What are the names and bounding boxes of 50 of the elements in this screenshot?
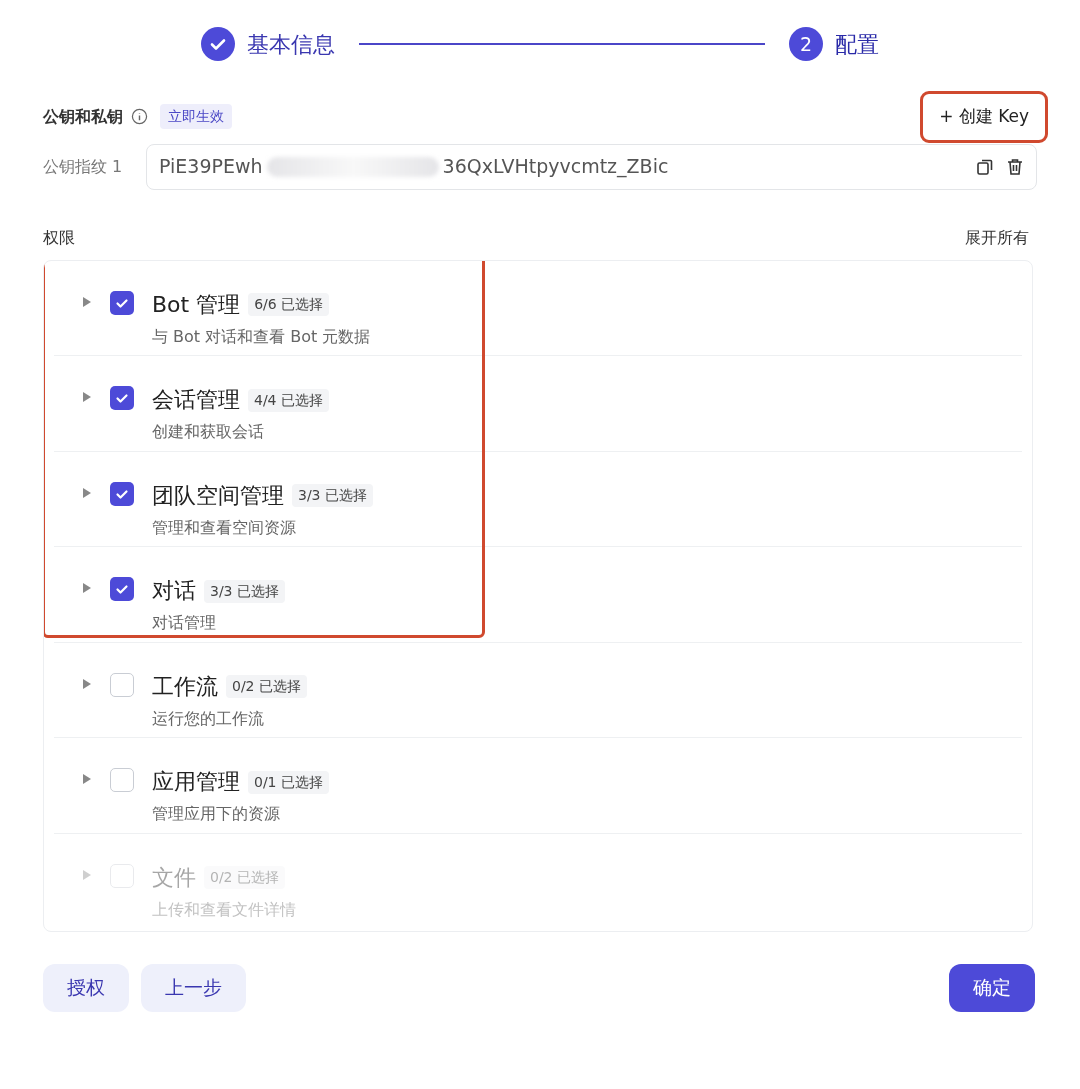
- expand-all-link[interactable]: 展开所有: [965, 225, 1029, 250]
- permission-name: 会话管理: [152, 386, 240, 414]
- secondary-button[interactable]: 授权: [43, 963, 129, 1012]
- permission-description: 运行您的工作流: [152, 707, 265, 730]
- expand-caret-icon[interactable]: [82, 486, 92, 499]
- permission-name: 文件: [152, 863, 196, 892]
- selection-count: 0/2 已选择: [204, 866, 285, 889]
- permission-description: 与 Bot 对话和查看 Bot 元数据: [152, 325, 371, 348]
- status-badge: 立即生效: [160, 104, 232, 130]
- create-key-button[interactable]: + 创建 Key: [923, 94, 1045, 140]
- selection-count: 6/6 已选择: [248, 293, 330, 316]
- permission-name: 工作流: [152, 672, 218, 701]
- section-title: 权限: [43, 226, 75, 249]
- step-label[interactable]: 基本信息: [247, 27, 335, 61]
- step-number: 2: [789, 27, 823, 61]
- check-icon: [115, 391, 129, 405]
- expand-caret-icon[interactable]: [82, 773, 92, 785]
- selection-count: 3/3 已选择: [292, 484, 373, 507]
- permission-name: 团队空间管理: [152, 481, 284, 510]
- selection-count: 3/3 已选择: [204, 579, 285, 603]
- permission-description: 对话管理: [152, 612, 217, 634]
- check-icon: [115, 582, 129, 596]
- selection-count: 4/4 已选择: [248, 388, 329, 412]
- permission-name: Bot 管理: [152, 290, 241, 319]
- permission-description: 管理应用下的资源: [152, 803, 281, 825]
- confirm-button[interactable]: 确定: [949, 963, 1035, 1012]
- checkbox[interactable]: [110, 290, 134, 315]
- info-icon: [131, 108, 148, 126]
- permission-name: 应用管理: [152, 768, 240, 796]
- expand-caret-icon[interactable]: [82, 391, 92, 403]
- expand-caret-icon[interactable]: [82, 582, 92, 594]
- expand-caret-icon[interactable]: [82, 677, 92, 690]
- checkbox[interactable]: [110, 672, 134, 697]
- field-label: 公钥指纹 1: [43, 155, 124, 178]
- key-field[interactable]: PiE39PEwh 36QxLVHtpyvcmtz_ZBic: [146, 143, 1037, 190]
- permission-description: 创建和获取会话: [152, 421, 265, 443]
- selection-count: 0/1 已选择: [248, 770, 329, 794]
- secondary-button[interactable]: 上一步: [141, 963, 246, 1012]
- copy-icon[interactable]: [976, 157, 994, 176]
- checkbox[interactable]: [110, 386, 134, 410]
- step-label[interactable]: 配置: [835, 27, 879, 61]
- checkbox[interactable]: [110, 768, 134, 792]
- expand-caret-icon[interactable]: [82, 295, 92, 308]
- selection-count: 0/2 已选择: [226, 675, 307, 698]
- section-title: 公钥和私钥: [43, 105, 123, 128]
- permission-name: 对话: [152, 577, 196, 605]
- checkbox[interactable]: [110, 577, 134, 601]
- checkbox[interactable]: [110, 481, 134, 506]
- trash-icon[interactable]: [1006, 157, 1024, 176]
- permission-description: 管理和查看空间资源: [152, 516, 297, 539]
